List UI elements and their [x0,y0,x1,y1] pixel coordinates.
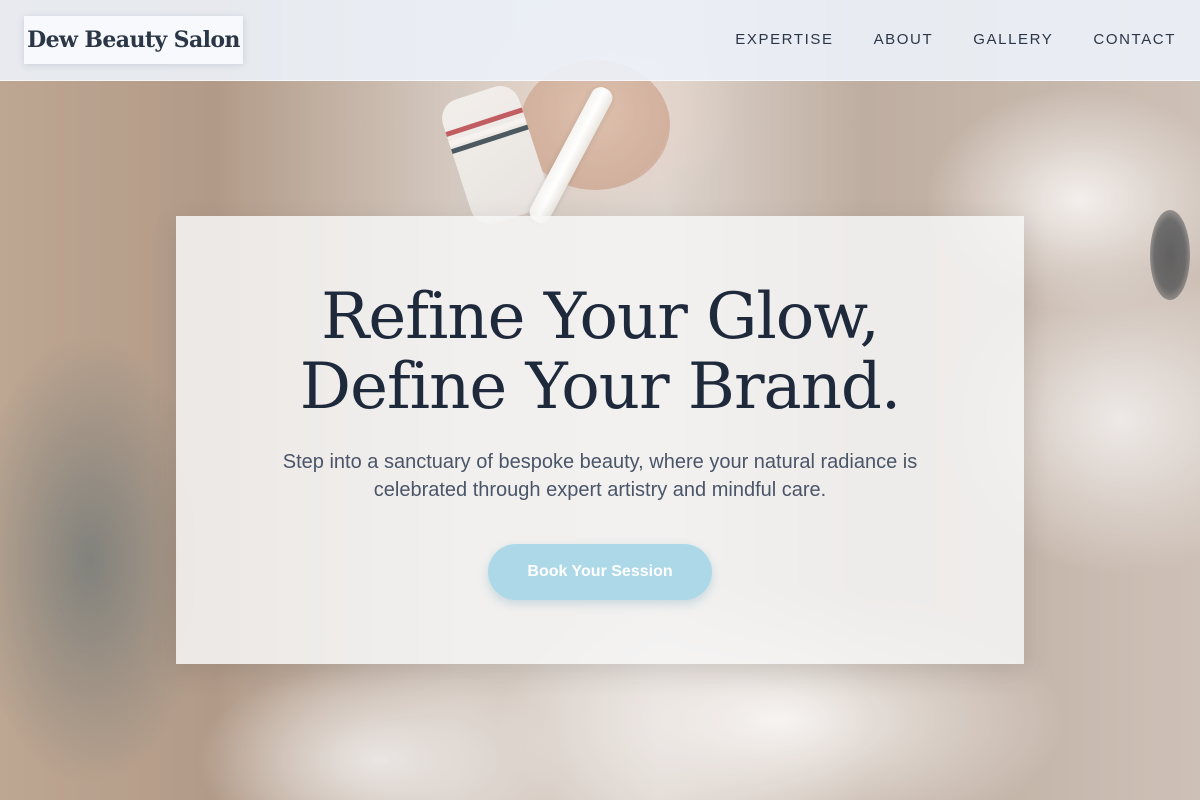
nav-link-expertise[interactable]: EXPERTISE [735,31,833,48]
nav-item-gallery: GALLERY [973,31,1053,49]
nav-item-about: ABOUT [874,31,934,49]
hero-card: Refine Your Glow, Define Your Brand. Ste… [176,216,1024,664]
hero-title-line-2: Define Your Brand. [299,350,901,424]
nav-link-gallery[interactable]: GALLERY [973,31,1053,48]
photo-earring [1150,210,1190,300]
hero-title-line-1: Refine Your Glow, [321,280,880,354]
sleeve-stripe-navy [451,124,529,155]
nav-item-contact: CONTACT [1093,31,1176,49]
sleeve-stripe-red [445,107,524,137]
hero-title: Refine Your Glow, Define Your Brand. [176,282,1024,422]
hero-subtitle: Step into a sanctuary of bespoke beauty,… [282,451,918,501]
nav-menu: EXPERTISE ABOUT GALLERY CONTACT [735,0,1176,80]
nav-item-expertise: EXPERTISE [735,31,833,49]
nav-link-about[interactable]: ABOUT [874,31,934,48]
photo-makeup-brush [526,83,616,227]
brand-name: Dew Beauty Salon [27,27,240,53]
photo-sleeve [436,80,554,230]
nav-link-contact[interactable]: CONTACT [1093,31,1176,48]
page: Dew Beauty Salon EXPERTISE ABOUT GALLERY… [0,0,1200,800]
brand-logo[interactable]: Dew Beauty Salon [24,16,243,64]
book-session-button[interactable]: Book Your Session [488,544,712,600]
top-navbar: Dew Beauty Salon EXPERTISE ABOUT GALLERY… [0,0,1200,81]
sleeve-stripe-white [448,116,527,147]
